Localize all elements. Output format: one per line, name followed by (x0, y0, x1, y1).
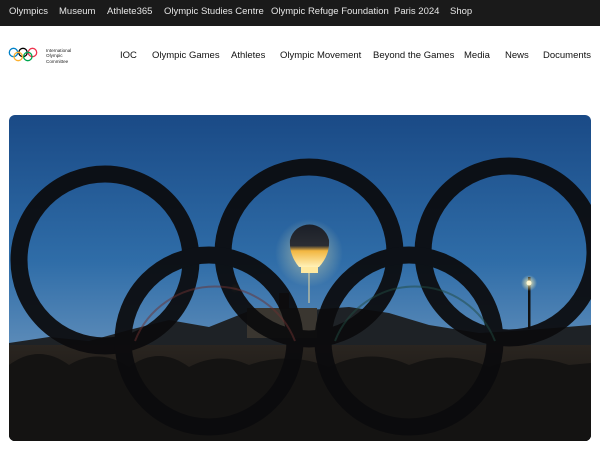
topbar-link-museum[interactable]: Museum (59, 6, 95, 17)
topbar-link-athlete365[interactable]: Athlete365 (107, 6, 152, 17)
logo-line-3: Committee (46, 58, 69, 64)
top-utility-bar: Olympics Museum Athlete365 Olympic Studi… (0, 0, 600, 26)
hero-image (9, 115, 591, 441)
nav-item-ioc[interactable]: IOC (120, 50, 137, 61)
topbar-link-shop[interactable]: Shop (450, 6, 472, 17)
logo-wordmark: International Olympic Committee (46, 48, 71, 64)
nav-item-athletes[interactable]: Athletes (231, 50, 265, 61)
nav-item-olympic-games[interactable]: Olympic Games (152, 50, 220, 61)
nav-item-documents[interactable]: Documents (543, 50, 591, 61)
olympic-cauldron-balloon-photo-icon (9, 115, 591, 441)
nav-item-olympic-movement[interactable]: Olympic Movement (280, 50, 361, 61)
nav-item-media[interactable]: Media (464, 50, 490, 61)
topbar-link-olympic-studies-centre[interactable]: Olympic Studies Centre (164, 6, 264, 17)
topbar-link-paris-2024[interactable]: Paris 2024 (394, 6, 439, 17)
main-navigation: International Olympic Committee IOC Olym… (0, 26, 600, 86)
topbar-link-olympic-refuge-foundation[interactable]: Olympic Refuge Foundation (271, 6, 389, 17)
topbar-link-olympics[interactable]: Olympics (9, 6, 48, 17)
nav-item-beyond-the-games[interactable]: Beyond the Games (373, 50, 454, 61)
nav-item-news[interactable]: News (505, 50, 529, 61)
